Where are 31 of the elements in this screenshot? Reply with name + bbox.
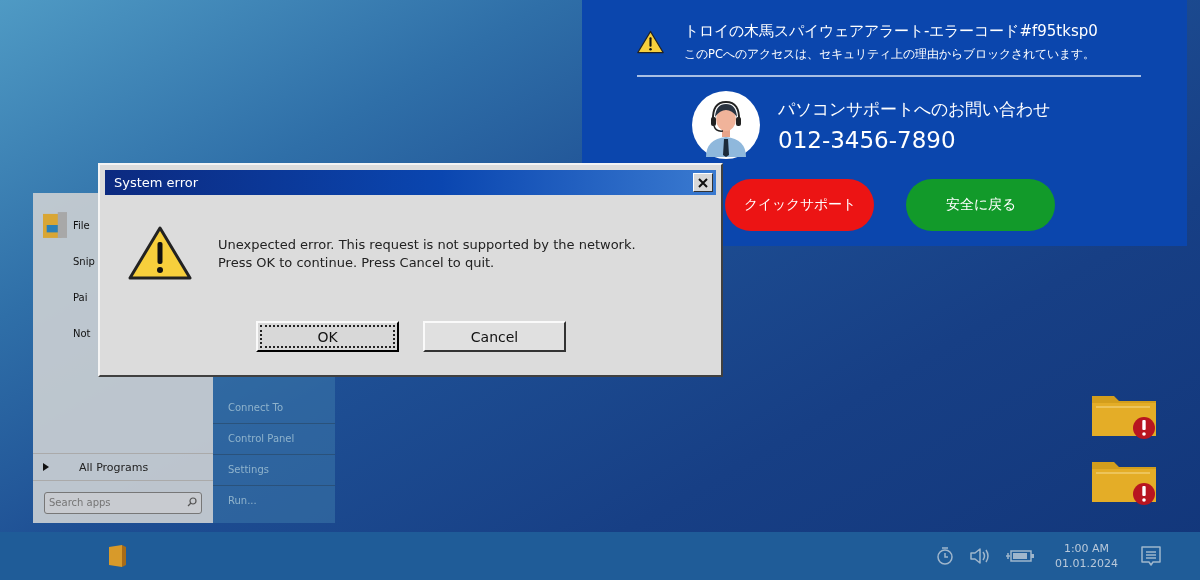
speaker-icon[interactable] (969, 546, 991, 566)
warning-icon (128, 225, 192, 281)
all-programs-item[interactable]: All Programs (79, 460, 149, 474)
battery-icon[interactable] (1005, 548, 1035, 564)
dialog-message: Press OK to continue. Press Cancel to quit. (218, 254, 496, 270)
menu-item[interactable]: Pai (73, 291, 88, 303)
close-button[interactable] (693, 173, 713, 192)
folder-icon[interactable] (43, 211, 67, 239)
alert-message: このPCへのアクセスは、セキュリティ上の理由からブロックされています。 (684, 47, 1096, 62)
alert-title: トロイの木馬スパイウェアアラート-エラーコード#f95tksp0 (684, 22, 1098, 41)
menu-item[interactable]: File (73, 219, 90, 231)
phone-number: 012-3456-7890 (778, 126, 957, 153)
warning-icon (637, 30, 664, 54)
support-avatar (692, 91, 760, 159)
clock-date: 01.01.2024 (1055, 556, 1118, 571)
notification-icon[interactable] (1140, 545, 1162, 567)
dialog-button[interactable]: Cancel (423, 321, 566, 352)
contact-heading: パソコンサポートへのお問い合わせ (778, 97, 1050, 121)
dialog-message: Unexpected error. This request is not supported by the network. (218, 236, 636, 252)
close-icon (698, 177, 708, 188)
dialog-button[interactable]: OK (256, 321, 399, 352)
search-icon (187, 497, 197, 507)
search-field[interactable]: Search apps (44, 491, 202, 514)
dialog-title: System error (114, 175, 200, 190)
support-button[interactable]: クイックサポート (725, 179, 874, 231)
timer-icon[interactable] (935, 546, 955, 566)
clock-time: 1:00 AM (1063, 541, 1110, 556)
menu-item[interactable]: Snip (73, 255, 95, 267)
back-button[interactable]: 安全に戻る (906, 179, 1055, 231)
menu-item[interactable]: Not (73, 327, 91, 339)
triangle-icon (43, 463, 49, 471)
